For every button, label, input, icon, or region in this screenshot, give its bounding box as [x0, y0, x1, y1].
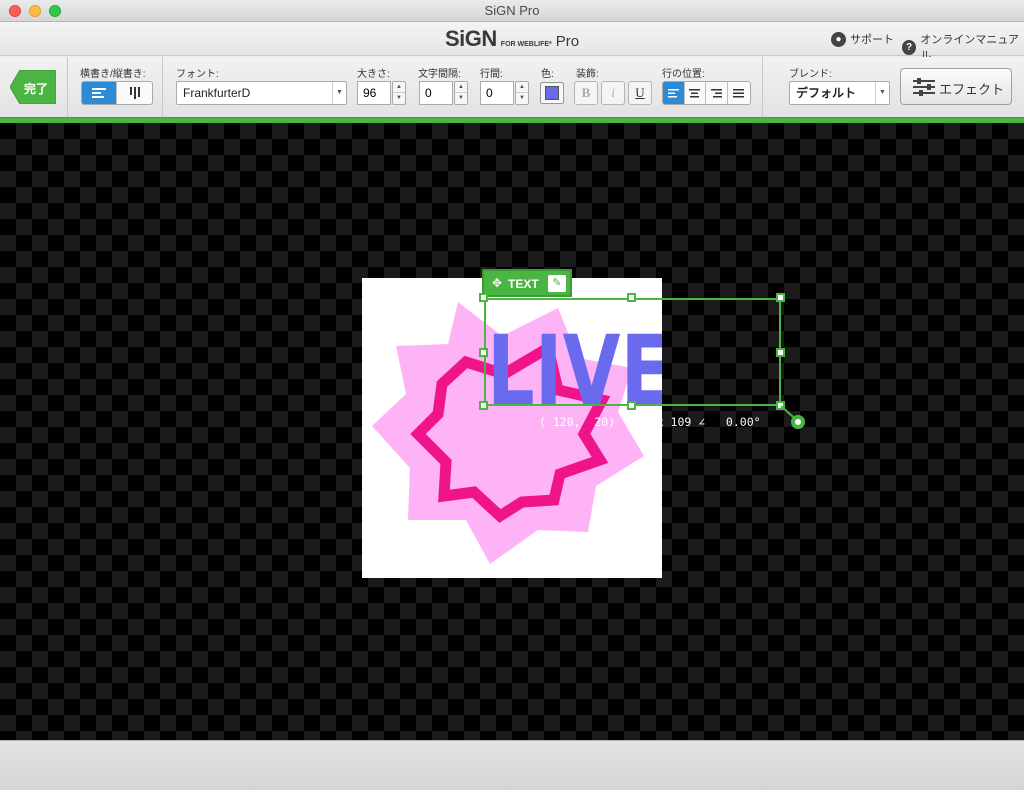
blend-select[interactable]: デフォルト ▼	[789, 81, 890, 105]
alignment-segmented-control	[662, 81, 751, 105]
font-value: FrankfurterD	[183, 86, 251, 100]
orientation-segmented-control	[81, 81, 153, 105]
brand-pro: Pro	[555, 33, 580, 50]
window-title: SiGN Pro	[484, 3, 540, 18]
brand-name: SiGN	[445, 26, 497, 51]
selection-readout: ( 120, 20) 300 x 109 ∠ 0.00°	[539, 415, 761, 429]
toolbar-divider	[162, 57, 163, 117]
zoom-window-button[interactable]	[49, 5, 61, 17]
vertical-writing-button[interactable]	[117, 82, 152, 104]
done-button[interactable]: 完了	[10, 70, 56, 104]
size-label: 大きさ:	[357, 69, 390, 80]
line-spacing-decrement-icon[interactable]: ▼	[516, 93, 528, 104]
horizontal-text-icon	[92, 88, 106, 98]
align-justify-button[interactable]	[728, 82, 750, 104]
minimize-window-button[interactable]	[29, 5, 41, 17]
letter-spacing-stepper-buttons: ▲ ▼	[454, 81, 468, 105]
bottom-bar	[0, 740, 1024, 790]
close-window-button[interactable]	[9, 5, 21, 17]
resize-handle-bottom[interactable]	[627, 401, 636, 410]
text-toolbar: 完了 横書き/縦書き: フォント: FrankfurterD ▼ 大きさ: ▲ …	[0, 57, 1024, 117]
resize-handle-right[interactable]	[776, 348, 785, 357]
vertical-text-icon	[129, 87, 140, 99]
editor-canvas[interactable]: LIVE ✥ TEXT ✎ ( 120, 20) 300 x 109 ∠ 0.0…	[0, 123, 1024, 740]
text-layer-tag-label: TEXT	[508, 277, 539, 291]
chevron-down-icon: ▼	[875, 82, 889, 104]
size-input[interactable]	[357, 81, 391, 105]
resize-handle-top-right[interactable]	[776, 293, 785, 302]
align-center-icon	[689, 88, 701, 97]
line-spacing-stepper-buttons: ▲ ▼	[515, 81, 529, 105]
question-icon: ?	[902, 39, 917, 55]
rotation-handle[interactable]	[791, 415, 805, 429]
brand-for: FOR WEBLIFE*	[500, 41, 552, 48]
toolbar-divider	[67, 57, 68, 117]
horizontal-writing-button[interactable]	[82, 82, 118, 104]
toolbar-divider	[762, 57, 763, 117]
letter-spacing-label: 文字間隔:	[418, 69, 461, 80]
blend-label: ブレンド:	[789, 69, 832, 80]
support-link[interactable]: ● サポート	[831, 31, 894, 47]
align-left-button[interactable]	[663, 82, 685, 104]
blend-value: デフォルト	[796, 86, 857, 100]
line-spacing-label: 行間:	[480, 69, 503, 80]
letter-spacing-increment-icon[interactable]: ▲	[455, 82, 467, 93]
align-justify-icon	[733, 88, 745, 97]
text-color-well[interactable]	[540, 82, 564, 104]
underline-button[interactable]: U	[628, 81, 652, 105]
resize-handle-top-left[interactable]	[479, 293, 488, 302]
selection-box[interactable]	[484, 298, 781, 406]
effect-label: エフェクト	[939, 82, 1005, 97]
size-decrement-icon[interactable]: ▼	[393, 93, 405, 104]
pencil-icon[interactable]: ✎	[548, 275, 566, 292]
alignment-label: 行の位置:	[662, 69, 705, 80]
resize-handle-bottom-left[interactable]	[479, 401, 488, 410]
size-increment-icon[interactable]: ▲	[393, 82, 405, 93]
align-center-button[interactable]	[685, 82, 707, 104]
support-label: サポート	[850, 34, 894, 46]
done-label: 完了	[24, 82, 49, 96]
orientation-label: 横書き/縦書き:	[80, 69, 146, 80]
align-right-button[interactable]	[706, 82, 728, 104]
brand-bar: SiGN FOR WEBLIFE* Pro ● サポート ? オンラインマニュア…	[0, 22, 1024, 62]
italic-button[interactable]: i	[601, 81, 625, 105]
line-spacing-input[interactable]	[480, 81, 514, 105]
color-swatch	[545, 86, 559, 100]
align-right-icon	[710, 88, 722, 97]
letter-spacing-input[interactable]	[419, 81, 453, 105]
letter-spacing-decrement-icon[interactable]: ▼	[455, 93, 467, 104]
bold-button[interactable]: B	[574, 81, 598, 105]
move-icon[interactable]: ✥	[492, 276, 502, 290]
sliders-icon	[913, 78, 935, 96]
decoration-label: 装飾:	[576, 69, 599, 80]
font-label: フォント:	[176, 69, 219, 80]
chevron-down-icon: ▼	[332, 82, 346, 104]
user-icon: ●	[831, 31, 846, 47]
effect-button[interactable]: エフェクト	[900, 68, 1012, 105]
align-left-icon	[667, 88, 679, 97]
text-layer-tag[interactable]: ✥ TEXT ✎	[482, 269, 572, 297]
line-spacing-increment-icon[interactable]: ▲	[516, 82, 528, 93]
color-label: 色:	[541, 69, 554, 80]
resize-handle-top[interactable]	[627, 293, 636, 302]
resize-handle-left[interactable]	[479, 348, 488, 357]
app-logo: SiGN FOR WEBLIFE* Pro	[445, 26, 579, 52]
size-stepper-buttons: ▲ ▼	[392, 81, 406, 105]
window-titlebar: SiGN Pro	[0, 0, 1024, 22]
font-select[interactable]: FrankfurterD ▼	[176, 81, 347, 105]
